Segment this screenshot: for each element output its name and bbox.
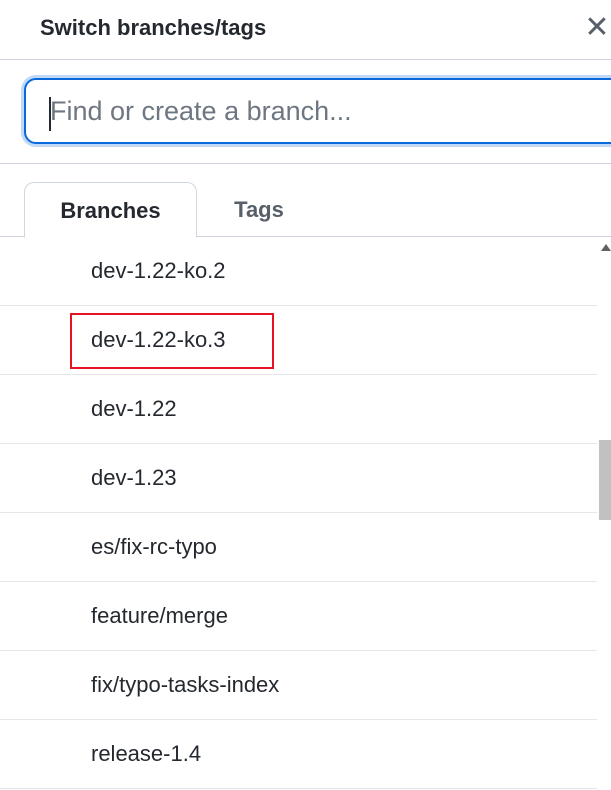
branch-name: feature/merge: [91, 603, 228, 628]
list-item[interactable]: dev-1.22-ko.3: [0, 306, 600, 375]
list-item[interactable]: feature/merge: [0, 582, 600, 651]
text-cursor: [49, 97, 51, 131]
panel-header: Switch branches/tags ✕: [0, 0, 611, 60]
panel-title: Switch branches/tags: [40, 15, 267, 40]
branch-search-input[interactable]: [24, 78, 611, 144]
branch-switcher-panel: Switch branches/tags ✕ Branches Tags dev…: [0, 0, 611, 790]
close-icon[interactable]: ✕: [583, 12, 611, 44]
list-item[interactable]: release-1.4: [0, 720, 600, 789]
tab-bar: Branches Tags: [0, 164, 611, 238]
list-item[interactable]: dev-1.22-ko.2: [0, 237, 600, 306]
list-item[interactable]: dev-1.22: [0, 375, 600, 444]
scroll-up-arrow-icon[interactable]: [601, 244, 611, 251]
branch-name: release-1.4: [91, 741, 202, 766]
search-section: [0, 60, 611, 164]
scrollbar-thumb[interactable]: [599, 440, 611, 520]
branch-list: dev-1.22-ko.2 dev-1.22-ko.3 dev-1.22 dev…: [0, 237, 600, 790]
branch-name: dev-1.22-ko.3: [91, 327, 226, 352]
list-item[interactable]: es/fix-rc-typo: [0, 513, 600, 582]
branch-name: es/fix-rc-typo: [91, 534, 217, 559]
tab-tags[interactable]: Tags: [204, 182, 314, 237]
list-item[interactable]: fix/typo-tasks-index: [0, 651, 600, 720]
branch-name: dev-1.22-ko.2: [91, 258, 226, 283]
tab-branches[interactable]: Branches: [24, 182, 197, 238]
branch-name: dev-1.22: [91, 396, 177, 421]
branch-name: dev-1.23: [91, 465, 177, 490]
branch-name: fix/typo-tasks-index: [91, 672, 280, 697]
list-item[interactable]: dev-1.23: [0, 444, 600, 513]
